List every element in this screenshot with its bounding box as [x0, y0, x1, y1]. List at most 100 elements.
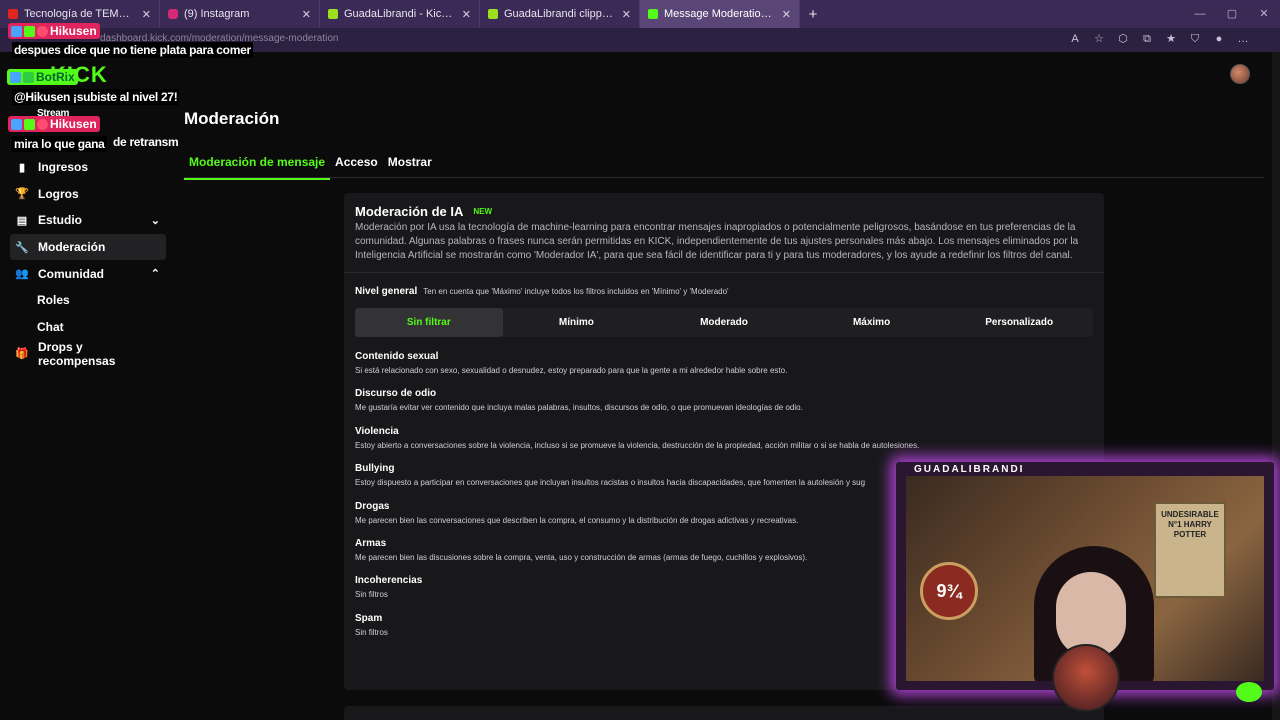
- sidebar-item-label: Ingresos: [38, 160, 89, 174]
- category-description: Si está relacionado con sexo, sexualidad…: [355, 366, 788, 375]
- level-option-sin-filtrar[interactable]: Sin filtrar: [355, 308, 503, 337]
- badge-icon: [24, 25, 35, 37]
- favorites-icon[interactable]: ★: [1164, 32, 1178, 46]
- tab-message-moderation[interactable]: Moderación de mensaje: [184, 152, 331, 180]
- sidebar-item-label: Logros: [38, 186, 79, 201]
- sidebar-item-roles[interactable]: Roles: [10, 287, 166, 313]
- category-title: Violencia: [355, 425, 399, 437]
- new-tab-button[interactable]: +: [800, 6, 826, 23]
- card-divider: [344, 272, 1104, 273]
- card-title: Moderación de IA NEW: [355, 204, 492, 219]
- heart-icon: [37, 118, 48, 130]
- category-title: Discurso de odio: [355, 388, 437, 400]
- tab-title: Message Moderation - Kick Dashb: [664, 8, 776, 20]
- sidebar-item-label: Comunidad: [38, 266, 104, 281]
- trophy-icon: 🏆: [15, 188, 29, 201]
- user-avatar[interactable]: [1230, 64, 1250, 84]
- card-title-text: Moderación de IA: [355, 204, 464, 219]
- profile-icon[interactable]: ●: [1212, 32, 1226, 46]
- kickbot-icon: [328, 9, 338, 19]
- favorite-star-icon[interactable]: ☆: [1092, 32, 1106, 46]
- chat-username: BotRix: [7, 69, 78, 85]
- level-label: Nivel general: [355, 286, 418, 297]
- badge-icon: [11, 25, 22, 37]
- browser-tab[interactable]: GuadaLibrandi - KickBot ✕: [320, 0, 480, 28]
- toolbar-icons: A ☆ ⬡ ⧉ ★ ⛉ ● …: [1068, 32, 1250, 46]
- level-header: Nivel general Ten en cuenta que 'Máximo'…: [355, 286, 729, 297]
- tab-display[interactable]: Mostrar: [383, 152, 437, 180]
- shield-icon[interactable]: ⛉: [1188, 32, 1202, 46]
- card-description: Moderación por IA usa la tecnología de m…: [355, 222, 1079, 261]
- sidebar-fragment: de retransm: [113, 135, 179, 149]
- sidebar-item-label: Estudio: [38, 213, 82, 228]
- chat-message: despues dice que no tiene plata para com…: [12, 42, 253, 58]
- webcam-label: GUADALIBRANDI: [914, 464, 1025, 475]
- maximize-icon[interactable]: ▢: [1216, 0, 1248, 28]
- heart-icon: [37, 25, 48, 37]
- sidebar-item-logros[interactable]: 🏆 Logros: [10, 181, 166, 207]
- minimize-icon[interactable]: —: [1184, 0, 1216, 28]
- read-aloud-icon[interactable]: A: [1068, 32, 1082, 46]
- chat-username: Hikusen: [8, 23, 100, 39]
- split-screen-icon[interactable]: ⧉: [1140, 32, 1154, 46]
- close-icon[interactable]: ✕: [622, 8, 631, 21]
- page-title: Moderación: [184, 109, 280, 128]
- sidebar-item-drops[interactable]: 🎁 Drops y recompensas: [10, 339, 166, 368]
- tab-access[interactable]: Acceso: [330, 152, 383, 180]
- chevron-up-icon: ⌃: [150, 268, 160, 281]
- sidebar-item-label: Drops y recompensas: [38, 339, 116, 368]
- list-item: Discurso de odio Me gustaría evitar ver …: [355, 387, 1095, 424]
- close-icon[interactable]: ✕: [142, 8, 151, 21]
- close-icon[interactable]: ✕: [462, 8, 471, 21]
- kick-icon: [648, 9, 658, 19]
- menu-icon[interactable]: …: [1236, 32, 1250, 46]
- sidebar-item-estudio[interactable]: ▤ Estudio ⌄: [10, 207, 166, 233]
- badge-icon: [24, 118, 35, 130]
- sidebar-item-comunidad[interactable]: 👥 Comunidad ⌃: [10, 261, 166, 287]
- instagram-icon: [168, 9, 178, 19]
- badge-icon: [11, 118, 22, 130]
- category-description: Me gustaría evitar ver contenido que inc…: [355, 403, 803, 413]
- level-option-moderado[interactable]: Moderado: [650, 308, 798, 337]
- wanted-poster: UNDESIRABLE N°1 HARRY POTTER: [1154, 502, 1226, 598]
- new-badge: NEW: [473, 207, 493, 216]
- tab-title: Tecnología de TEMU vs Original -: [24, 8, 136, 20]
- chat-message: @Hikusen ¡subiste al nivel 27!: [12, 89, 180, 105]
- platform-sign: 9¾: [920, 562, 978, 620]
- sidebar-item-moderacion[interactable]: 🔧 Moderación: [10, 234, 166, 261]
- people-icon: 👥: [15, 268, 29, 281]
- tabs-divider: [184, 177, 1264, 178]
- vtuber-avatar: [1052, 644, 1120, 712]
- youtube-icon: [8, 9, 18, 19]
- chat-message: mira lo que gana: [12, 136, 107, 152]
- next-card: [344, 706, 1104, 720]
- sidebar-item-ingresos[interactable]: ▮ Ingresos: [10, 154, 166, 180]
- kickbot-icon: [488, 9, 498, 19]
- sidebar-item-label: Roles: [37, 293, 70, 308]
- category-description: Estoy abierto a conversaciones sobre la …: [355, 440, 920, 450]
- gift-icon: 🎁: [15, 348, 29, 361]
- extensions-icon[interactable]: ⬡: [1116, 32, 1130, 46]
- badge-icon: [10, 71, 21, 83]
- chat-fab-button[interactable]: [1236, 682, 1262, 702]
- wrench-icon: 🔧: [15, 241, 29, 254]
- chart-icon: ▮: [18, 161, 26, 174]
- browser-tab[interactable]: GuadaLibrandi clipped by Not_UI1 ✕: [480, 0, 640, 28]
- tab-title: GuadaLibrandi - KickBot: [344, 8, 456, 20]
- browser-tab[interactable]: (9) Instagram ✕: [160, 0, 320, 28]
- close-icon[interactable]: ✕: [782, 8, 791, 21]
- level-option-maximo[interactable]: Máximo: [798, 308, 946, 337]
- level-option-personalizado[interactable]: Personalizado: [945, 308, 1093, 337]
- tab-title: (9) Instagram: [184, 8, 250, 20]
- browser-tab-active[interactable]: Message Moderation - Kick Dashb ✕: [640, 0, 800, 28]
- list-item: Violencia Estoy abierto a conversaciones…: [355, 425, 1095, 462]
- sidebar-item-label: Moderación: [38, 240, 106, 255]
- tab-title: GuadaLibrandi clipped by Not_UI1: [504, 8, 616, 20]
- sidebar-item-chat[interactable]: Chat: [10, 314, 166, 340]
- close-icon[interactable]: ✕: [302, 8, 311, 21]
- level-option-minimo[interactable]: Mínimo: [503, 308, 651, 337]
- chevron-down-icon: ⌄: [150, 214, 160, 227]
- moderation-tabs: Moderación de mensaje Acceso Mostrar: [184, 152, 437, 180]
- window-close-icon[interactable]: ✕: [1248, 0, 1280, 28]
- level-hint: Ten en cuenta que 'Máximo' incluye todos…: [423, 287, 729, 296]
